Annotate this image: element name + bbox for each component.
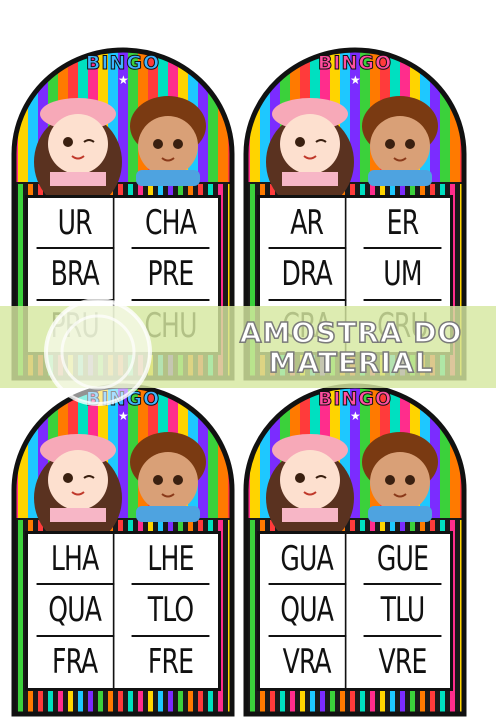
bingo-cell: TLU	[363, 585, 442, 637]
svg-text:★: ★	[260, 73, 271, 87]
bingo-cell: LHA	[36, 534, 115, 586]
bingo-cell: VRE	[378, 642, 428, 683]
watermark-text: AMOSTRA DO MATERIAL	[206, 316, 496, 379]
bingo-cell: AR	[268, 198, 347, 250]
bingo-cell: QUA	[36, 585, 115, 637]
svg-text:★: ★	[28, 73, 39, 87]
bingo-cell: FRA	[37, 636, 115, 688]
bingo-cell: DRA	[268, 249, 347, 301]
svg-text:★: ★	[208, 73, 219, 87]
svg-text:★: ★	[350, 73, 361, 87]
boy-icon	[362, 432, 438, 522]
bingo-cell: UR	[36, 198, 115, 250]
bingo-cell: LHE	[131, 534, 210, 586]
bingo-cell: TLO	[131, 585, 210, 637]
girl-icon	[34, 98, 122, 210]
bingo-cell: QUA	[268, 585, 347, 637]
boy-icon	[130, 432, 206, 522]
bingo-card: ★★★★★★★BINGOLHALHEQUATLOFRAFRE	[8, 380, 238, 720]
bingo-cell: GUA	[268, 534, 347, 586]
girl-icon	[266, 434, 354, 546]
watermark-line-2: MATERIAL	[268, 346, 434, 379]
svg-text:★: ★	[118, 409, 129, 423]
boy-icon	[362, 96, 438, 186]
bingo-title: BINGO	[85, 52, 161, 75]
bingo-card: ★★★★★★★BINGOGUAGUEQUATLUVRAVRE	[240, 380, 470, 720]
svg-text:★: ★	[28, 409, 39, 423]
svg-text:★: ★	[350, 409, 361, 423]
girl-icon	[34, 434, 122, 546]
bingo-title: BINGO	[317, 388, 393, 411]
bingo-cell: CHA	[131, 198, 210, 250]
svg-text:★: ★	[440, 73, 451, 87]
bingo-cell: GUE	[363, 534, 442, 586]
svg-text:★: ★	[260, 409, 271, 423]
watermark-line-1: AMOSTRA DO	[239, 316, 463, 349]
boy-icon	[130, 96, 206, 186]
svg-text:★: ★	[208, 409, 219, 423]
bingo-cell: FRE	[147, 642, 194, 683]
bingo-cell: UM	[363, 249, 442, 301]
svg-text:★: ★	[118, 73, 129, 87]
bingo-cell: ER	[363, 198, 442, 250]
girl-icon	[266, 98, 354, 210]
bingo-cell: VRA	[269, 636, 347, 688]
watermark-logo-icon	[44, 298, 152, 406]
svg-text:★: ★	[440, 409, 451, 423]
bingo-grid: GUA GUE QUA TLU VRA VRE	[257, 531, 453, 691]
bingo-grid: LHA LHE QUA TLO FRA FRE	[25, 531, 221, 691]
bingo-title: BINGO	[317, 52, 393, 75]
